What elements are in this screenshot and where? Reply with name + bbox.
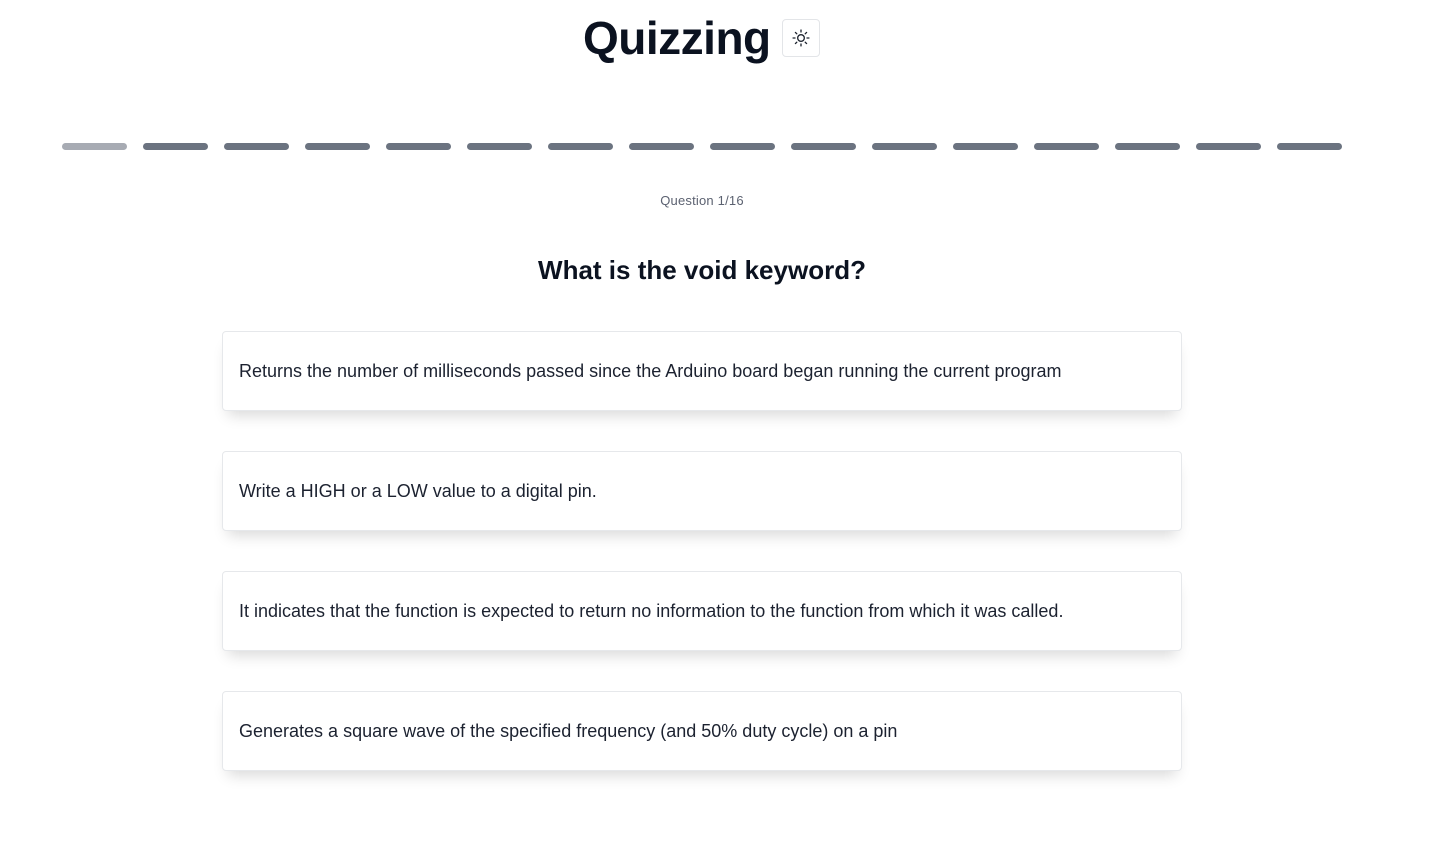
- app-title: Quizzing: [583, 12, 771, 64]
- progress-segment: [224, 143, 289, 150]
- header: Quizzing: [0, 10, 1431, 70]
- sun-icon: [791, 28, 811, 48]
- progress-segment: [629, 143, 694, 150]
- answer-option[interactable]: Returns the number of milliseconds passe…: [222, 331, 1182, 411]
- answer-option[interactable]: Write a HIGH or a LOW value to a digital…: [222, 451, 1182, 531]
- progress-segment: [791, 143, 856, 150]
- progress-segment: [1115, 143, 1180, 150]
- answer-list: Returns the number of milliseconds passe…: [222, 331, 1182, 811]
- answer-option[interactable]: It indicates that the function is expect…: [222, 571, 1182, 651]
- progress-segment: [1277, 143, 1342, 150]
- progress-segment: [386, 143, 451, 150]
- progress-segment: [467, 143, 532, 150]
- progress-segment: [1034, 143, 1099, 150]
- progress-segment: [872, 143, 937, 150]
- question-text: What is the void keyword?: [538, 255, 866, 285]
- answer-option[interactable]: Generates a square wave of the specified…: [222, 691, 1182, 771]
- progress-segment: [1196, 143, 1261, 150]
- progress-segment: [953, 143, 1018, 150]
- progress-segment-current: [62, 143, 127, 150]
- question-counter: Question 1/16: [660, 193, 744, 208]
- quiz-page: Quizzing Question 1/16 What is the void …: [0, 0, 1431, 861]
- theme-toggle-button[interactable]: [782, 19, 820, 57]
- progress-segment: [305, 143, 370, 150]
- progress-segment: [548, 143, 613, 150]
- progress-segment: [143, 143, 208, 150]
- progress-bar: [62, 143, 1342, 150]
- progress-segment: [710, 143, 775, 150]
